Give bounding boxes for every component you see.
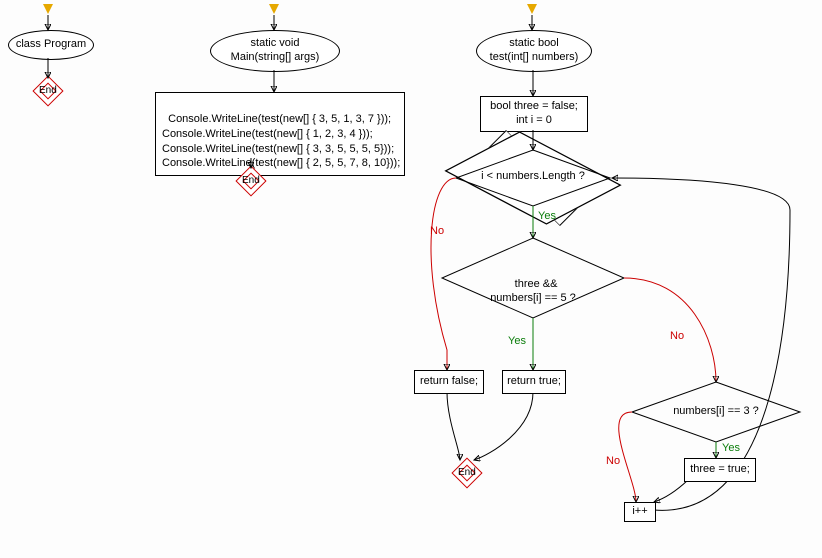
entry-arrow-icon xyxy=(43,4,53,14)
process-init: bool three = false; int i = 0 xyxy=(480,96,588,132)
process-return-false: return false; xyxy=(414,370,484,394)
decision-cond1-label: i < numbers.Length ? xyxy=(470,170,596,184)
test-signature-label: static bool test(int[] numbers) xyxy=(490,37,579,65)
ellipse-class-program: class Program xyxy=(8,30,94,60)
end-label: End xyxy=(242,175,260,186)
cond3-text: numbers[i] == 3 ? xyxy=(673,405,759,417)
process-increment: i++ xyxy=(624,502,656,522)
end-label: End xyxy=(458,467,476,478)
main-signature-label: static void Main(string[] args) xyxy=(231,37,320,65)
class-program-label: class Program xyxy=(16,38,86,52)
ellipse-main-signature: static void Main(string[] args) xyxy=(210,30,340,72)
return-false-text: return false; xyxy=(420,375,478,389)
entry-arrow-icon xyxy=(269,4,279,14)
decision-cond3-label: numbers[i] == 3 ? xyxy=(656,405,776,419)
return-true-text: return true; xyxy=(507,375,561,389)
decision-cond2-label: three && numbers[i] == 5 ? xyxy=(472,264,594,305)
edge-label-yes: Yes xyxy=(722,442,740,454)
end-label: End xyxy=(39,85,57,96)
init-text: bool three = false; int i = 0 xyxy=(490,100,578,128)
ellipse-test-signature: static bool test(int[] numbers) xyxy=(476,30,592,72)
main-body-text: Console.WriteLine(test(new[] { 3, 5, 1, … xyxy=(162,113,400,170)
edge-label-no: No xyxy=(430,225,444,237)
set-three-text: three = true; xyxy=(690,463,750,477)
cond1-text: i < numbers.Length ? xyxy=(481,170,585,182)
entry-arrow-icon xyxy=(527,4,537,14)
process-main-body: Console.WriteLine(test(new[] { 3, 5, 1, … xyxy=(155,92,405,176)
edge-label-yes: Yes xyxy=(538,210,556,222)
edge-label-no: No xyxy=(606,455,620,467)
edge-label-yes: Yes xyxy=(508,335,526,347)
edge-label-no: No xyxy=(670,330,684,342)
process-return-true: return true; xyxy=(502,370,566,394)
process-set-three: three = true; xyxy=(684,458,756,482)
cond2-text: three && numbers[i] == 5 ? xyxy=(490,278,576,304)
increment-text: i++ xyxy=(632,505,647,519)
